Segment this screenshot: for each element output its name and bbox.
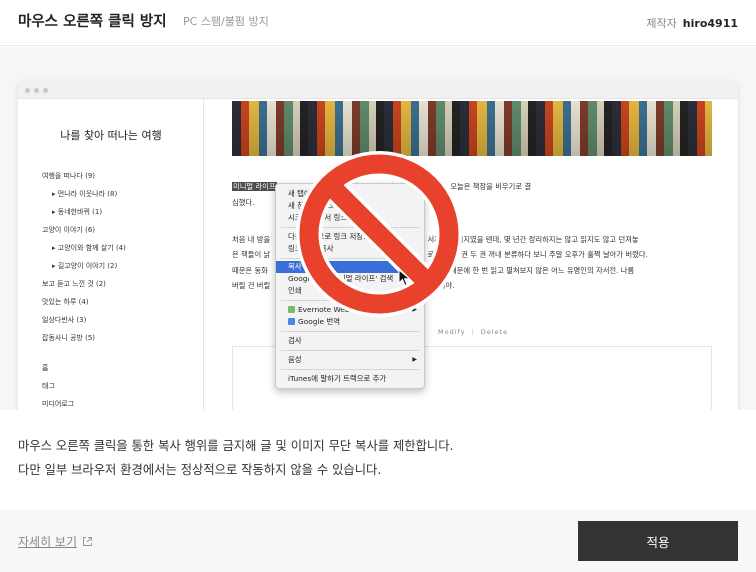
nav-item: ▸ 먼나라 이웃나라 (8) bbox=[52, 190, 118, 198]
header: 마우스 오른쪽 클릭 방지 PC 스팸/불펌 방지 제작자 hiro4911 bbox=[0, 0, 756, 46]
nav-item: 고양이 이야기 (6) bbox=[42, 226, 96, 234]
external-link-icon bbox=[83, 537, 93, 546]
prohibition-icon bbox=[296, 151, 462, 317]
menu-item: 음성 ▶ bbox=[288, 355, 417, 364]
nav-item: 잡동사니 공방 (5) bbox=[42, 334, 96, 342]
nav-item: 일상다반사 (3) bbox=[42, 316, 87, 324]
nav-item-home: 홈 bbox=[42, 364, 49, 372]
author-info: 제작자 hiro4911 bbox=[646, 15, 738, 31]
nav-item: 맛있는 하루 (4) bbox=[42, 298, 89, 306]
browser-window-preview: 나를 찾아 떠나는 여행 여행을 떠나다 (9) ▸ 먼나라 이웃나라 (8) … bbox=[18, 81, 738, 410]
window-dot bbox=[25, 88, 30, 93]
menu-item: iTunes에 말하기 트랙으로 추가 bbox=[288, 374, 387, 383]
delete-link: Delete bbox=[480, 328, 509, 336]
footer-bar: 자세히 보기 적용 bbox=[0, 509, 756, 572]
nav-item: 보고 듣고 느낀 것 (2) bbox=[42, 280, 106, 288]
feature-description: 마우스 오른쪽 클릭을 통한 복사 행위를 금지해 글 및 이미지 무단 복사를… bbox=[18, 434, 453, 482]
apply-button[interactable]: 적용 bbox=[578, 521, 738, 561]
nav-item-tag: 태그 bbox=[42, 382, 55, 390]
description-line: 다만 일부 브라우저 환경에서는 정상적으로 작동하지 않을 수 있습니다. bbox=[18, 463, 382, 477]
preview-area: 나를 찾아 떠나는 여행 여행을 떠나다 (9) ▸ 먼나라 이웃나라 (8) … bbox=[0, 47, 756, 410]
window-dot bbox=[34, 88, 39, 93]
blog-category-nav: 여행을 떠나다 (9) ▸ 먼나라 이웃나라 (8) ▸ 동네한바퀴 (1) 고… bbox=[42, 167, 126, 410]
window-dot bbox=[43, 88, 48, 93]
mouse-cursor-icon bbox=[398, 269, 411, 287]
selected-text: 미니멀 라이프 bbox=[232, 182, 277, 191]
nav-item: ▸ 동네한바퀴 (1) bbox=[52, 208, 103, 216]
nav-item-medialog: 미디어로그 bbox=[42, 400, 75, 408]
page-subtitle: PC 스팸/불펌 방지 bbox=[183, 15, 269, 28]
description-line: 마우스 오른쪽 클릭을 통한 복사 행위를 금지해 글 및 이미지 무단 복사를… bbox=[18, 439, 454, 453]
blog-sidebar: 나를 찾아 떠나는 여행 여행을 떠나다 (9) ▸ 먼나라 이웃나라 (8) … bbox=[18, 99, 204, 410]
nav-item: ▸ 고양이와 함께 살기 (4) bbox=[52, 244, 126, 252]
window-titlebar bbox=[18, 81, 738, 99]
author-label: 제작자 bbox=[646, 17, 677, 30]
blog-title: 나를 찾아 떠나는 여행 bbox=[60, 129, 162, 142]
nav-item: 여행을 떠나다 (9) bbox=[42, 172, 96, 180]
more-info-link[interactable]: 자세히 보기 bbox=[18, 533, 93, 550]
author-name: hiro4911 bbox=[682, 17, 738, 30]
nav-item: ▸ 길고양이 이야기 (2) bbox=[52, 262, 118, 270]
google-translate-icon bbox=[288, 318, 295, 325]
page-title: 마우스 오른쪽 클릭 방지 bbox=[18, 14, 167, 30]
submenu-arrow-icon: ▶ bbox=[412, 356, 417, 363]
post-actions: Modify | Delete bbox=[438, 328, 509, 336]
modify-link: Modify bbox=[438, 328, 466, 336]
menu-item: 검사 bbox=[288, 336, 302, 345]
